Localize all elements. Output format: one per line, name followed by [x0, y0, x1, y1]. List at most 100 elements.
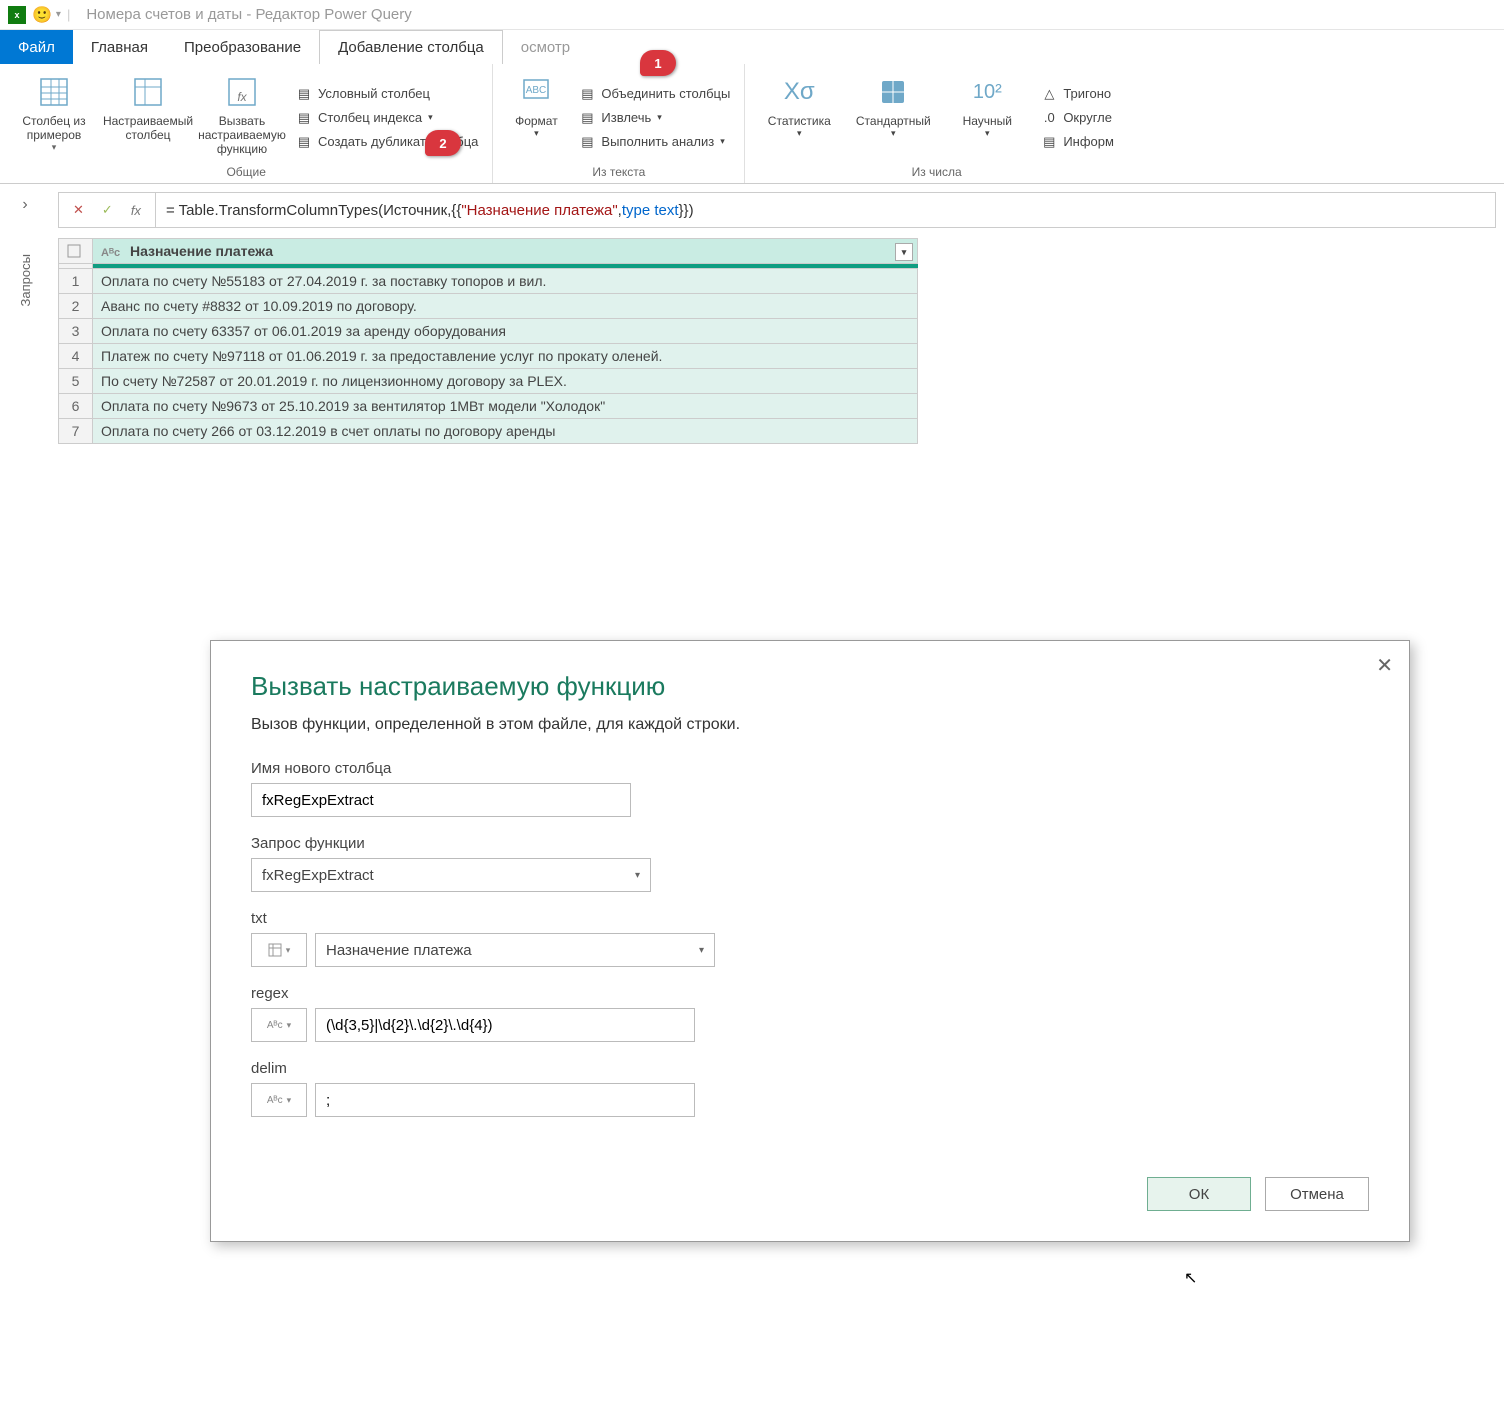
label: Извлечь: [601, 110, 651, 125]
corner-cell[interactable]: [59, 239, 93, 264]
table-row[interactable]: 5По счету №72587 от 20.01.2019 г. по лиц…: [59, 369, 918, 394]
ribbon: Столбец из примеров ▾ Настраиваемый стол…: [0, 64, 1504, 184]
regex-input[interactable]: [315, 1008, 695, 1042]
label: Информ: [1063, 134, 1114, 149]
info-icon: ▤: [1041, 134, 1057, 150]
ribbon-group-general: Столбец из примеров ▾ Настраиваемый стол…: [0, 64, 493, 183]
expand-sidebar-button[interactable]: ›: [22, 196, 27, 214]
table-row[interactable]: 1Оплата по счету №55183 от 27.04.2019 г.…: [59, 269, 918, 294]
group-label: Из текста: [503, 165, 734, 183]
row-number[interactable]: 1: [59, 269, 93, 294]
filter-button[interactable]: ▾: [895, 243, 913, 261]
accept-formula-button[interactable]: ✓: [102, 202, 113, 218]
standard-button[interactable]: Стандартный ▾: [849, 70, 937, 165]
tab-add-column[interactable]: Добавление столбца: [319, 30, 503, 64]
row-number[interactable]: 6: [59, 394, 93, 419]
cell[interactable]: Оплата по счету 63357 от 06.01.2019 за а…: [93, 319, 918, 344]
label: Округле: [1063, 110, 1112, 125]
statistics-button[interactable]: Χσ Статистика ▾: [755, 70, 843, 165]
txt-column-select[interactable]: Назначение платежа ▾: [315, 933, 715, 967]
sigma-icon: Χσ: [781, 74, 817, 110]
queries-label[interactable]: Запросы: [18, 254, 33, 306]
cursor-icon: ↖: [1184, 1268, 1197, 1288]
select-value: Назначение платежа: [326, 942, 472, 959]
cell[interactable]: Оплата по счету №55183 от 27.04.2019 г. …: [93, 269, 918, 294]
qat-dropdown-icon[interactable]: ▾: [56, 9, 61, 20]
merge-columns-button[interactable]: ▤ Объединить столбцы: [575, 84, 734, 104]
tab-home[interactable]: Главная: [73, 30, 166, 64]
delim-type-picker[interactable]: Aᴮc ▾: [251, 1083, 307, 1117]
format-button[interactable]: ABC Формат ▾: [503, 70, 569, 165]
fx-string: "Назначение платежа": [461, 202, 617, 219]
regex-label: regex: [251, 985, 1369, 1002]
cell[interactable]: Аванс по счету #8832 от 10.09.2019 по до…: [93, 294, 918, 319]
new-column-input[interactable]: [251, 783, 631, 817]
trig-button[interactable]: △ Тригоно: [1037, 84, 1118, 104]
info-button[interactable]: ▤ Информ: [1037, 132, 1118, 152]
chevron-down-icon: ▾: [635, 870, 640, 881]
conditional-column-button[interactable]: ▤ Условный столбец: [292, 84, 482, 104]
chevron-down-icon: ▾: [891, 128, 896, 139]
analyze-icon: ▤: [579, 134, 595, 150]
label: Вызвать настраиваемую функцию: [198, 114, 286, 156]
custom-column-button[interactable]: Настраиваемый столбец: [104, 70, 192, 165]
regex-type-picker[interactable]: Aᴮc ▾: [251, 1008, 307, 1042]
cell[interactable]: Оплата по счету №9673 от 25.10.2019 за в…: [93, 394, 918, 419]
row-number[interactable]: 4: [59, 344, 93, 369]
quality-bar: [93, 264, 918, 268]
callout-1: 1: [640, 50, 676, 76]
calc-icon: [875, 74, 911, 110]
table-row[interactable]: 3Оплата по счету 63357 от 06.01.2019 за …: [59, 319, 918, 344]
cell[interactable]: Оплата по счету 266 от 03.12.2019 в счет…: [93, 419, 918, 444]
data-table: Aᴮc Назначение платежа ▾ 1Оплата по счет…: [58, 238, 918, 444]
svg-text:fx: fx: [237, 90, 247, 104]
ribbon-group-from-text: ABC Формат ▾ ▤ Объединить столбцы ▤ Извл…: [493, 64, 745, 183]
label: Статистика: [768, 114, 831, 128]
round-button[interactable]: .0 Округле: [1037, 108, 1118, 128]
dialog-subtitle: Вызов функции, определенной в этом файле…: [251, 716, 1369, 734]
formula-bar: ✕ ✓ fx = Table.TransformColumnTypes(Исто…: [58, 192, 1496, 228]
dialog-title: Вызвать настраиваемую функцию: [251, 671, 1369, 702]
index-column-button[interactable]: ▤ Столбец индекса ▾: [292, 108, 482, 128]
fx-kw: type: [622, 202, 650, 219]
column-name: Назначение платежа: [130, 243, 273, 259]
window-title: Номера счетов и даты - Редактор Power Qu…: [86, 6, 411, 23]
row-number[interactable]: 2: [59, 294, 93, 319]
scientific-button[interactable]: 10² Научный ▾: [943, 70, 1031, 165]
analyze-button[interactable]: ▤ Выполнить анализ ▾: [575, 132, 734, 152]
txt-type-picker[interactable]: ▾: [251, 933, 307, 967]
tab-view[interactable]: осмотр: [503, 30, 588, 64]
table-row[interactable]: 2Аванс по счету #8832 от 10.09.2019 по д…: [59, 294, 918, 319]
column-header[interactable]: Aᴮc Назначение платежа ▾: [93, 239, 918, 264]
row-number[interactable]: 7: [59, 419, 93, 444]
row-number[interactable]: 5: [59, 369, 93, 394]
table-row[interactable]: 6Оплата по счету №9673 от 25.10.2019 за …: [59, 394, 918, 419]
row-number[interactable]: 3: [59, 319, 93, 344]
formula-input[interactable]: = Table.TransformColumnTypes(Источник,{{…: [156, 193, 1495, 227]
function-query-select[interactable]: fxRegExpExtract ▾: [251, 858, 651, 892]
svg-text:ABC: ABC: [526, 85, 547, 96]
delim-input[interactable]: [315, 1083, 695, 1117]
close-button[interactable]: ✕: [1376, 653, 1393, 678]
text-type-icon: Aᴮc: [101, 247, 120, 259]
ok-button[interactable]: ОК: [1147, 1177, 1251, 1211]
fx-kw: text: [654, 202, 678, 219]
cancel-formula-button[interactable]: ✕: [73, 202, 84, 218]
callout-2: 2: [425, 130, 461, 156]
fx-part: = Table.TransformColumnTypes(Источник,{{: [166, 202, 461, 219]
chevron-down-icon: ▾: [720, 136, 725, 147]
conditional-icon: ▤: [296, 86, 312, 102]
tab-transform[interactable]: Преобразование: [166, 30, 319, 64]
fx-icon: fx: [131, 203, 141, 218]
extract-button[interactable]: ▤ Извлечь ▾: [575, 108, 734, 128]
cancel-button[interactable]: Отмена: [1265, 1177, 1369, 1211]
cell[interactable]: Платеж по счету №97118 от 01.06.2019 г. …: [93, 344, 918, 369]
smiley-icon[interactable]: 🙂: [32, 5, 52, 25]
col-from-examples-button[interactable]: Столбец из примеров ▾: [10, 70, 98, 165]
tab-file[interactable]: Файл: [0, 30, 73, 64]
chevron-down-icon: ▾: [699, 945, 704, 956]
table-row[interactable]: 7Оплата по счету 266 от 03.12.2019 в сче…: [59, 419, 918, 444]
cell[interactable]: По счету №72587 от 20.01.2019 г. по лице…: [93, 369, 918, 394]
invoke-custom-function-button[interactable]: fx Вызвать настраиваемую функцию: [198, 70, 286, 165]
table-row[interactable]: 4Платеж по счету №97118 от 01.06.2019 г.…: [59, 344, 918, 369]
